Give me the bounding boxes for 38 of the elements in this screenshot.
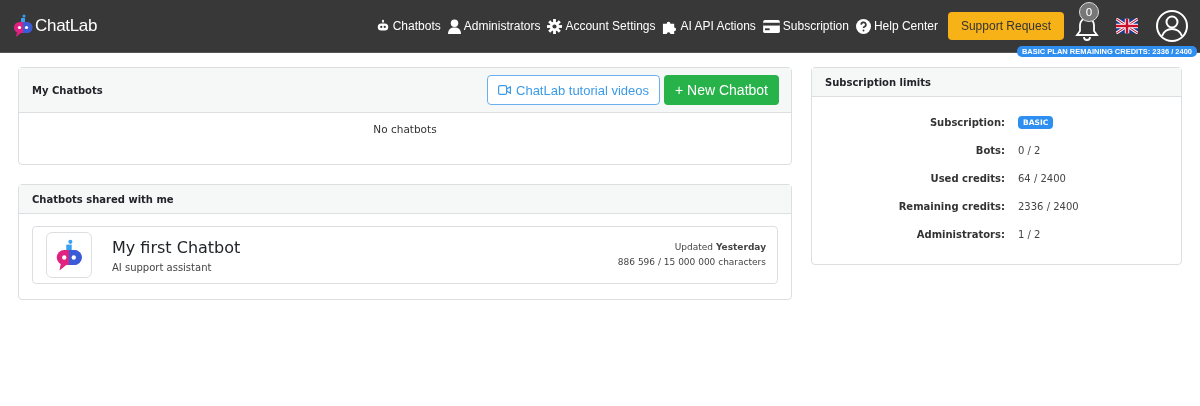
nav-link[interactable]: AI API Actions (662, 18, 756, 34)
flag-icon[interactable] (1116, 18, 1138, 34)
help-icon (855, 18, 871, 34)
logo-text[interactable]: ChatLab (35, 16, 98, 36)
chatbot-item[interactable]: My first Chatbot AI support assistant Updated Yesterday 886 596 / 15 000 000 characters (32, 226, 778, 284)
support-button[interactable]: Support Request (947, 12, 1064, 40)
nav-link[interactable]: Account Settings (547, 18, 656, 34)
notification-count: 0 (1079, 2, 1099, 22)
robot-icon (375, 19, 390, 33)
limit-value: 2336 / 2400 (1018, 200, 1079, 214)
limit-value: 0 / 2 (1018, 144, 1041, 158)
empty-message: No chatbots (373, 123, 437, 137)
chatbot-name: My first Chatbot (112, 237, 242, 257)
gear-icon (547, 18, 563, 34)
limit-label: Remaining credits: (897, 200, 1005, 214)
robot-logo-icon (54, 238, 84, 272)
card-title: My Chatbots (32, 84, 103, 96)
character-count: 886 596 / 15 000 000 characters (617, 256, 766, 269)
nav-link[interactable]: Help Center (855, 18, 938, 34)
limit-label: Bots: (974, 144, 1005, 158)
bell-icon[interactable] (1075, 16, 1099, 42)
video-camera-icon (498, 85, 511, 95)
nav-link[interactable]: Subscription (762, 19, 849, 33)
limit-label: Administrators: (915, 228, 1005, 242)
nav-link[interactable]: Administrators (447, 18, 541, 34)
avatar-icon[interactable] (1156, 10, 1188, 42)
chatbot-description: AI support assistant (112, 261, 213, 273)
limit-label: Used credits: (929, 172, 1005, 186)
nav-link[interactable]: Chatbots (375, 19, 441, 33)
logo-icon (12, 14, 34, 38)
updated-text: Updated Yesterday (673, 241, 766, 254)
credit-card-icon (762, 19, 780, 33)
user-icon (447, 18, 461, 34)
card-title: Chatbots shared with me (32, 193, 174, 205)
limit-value: 1 / 2 (1018, 228, 1041, 242)
card-title: Subscription limits (825, 76, 931, 88)
limit-label: Subscription: (928, 116, 1005, 130)
limit-value: 64 / 2400 (1018, 172, 1066, 186)
